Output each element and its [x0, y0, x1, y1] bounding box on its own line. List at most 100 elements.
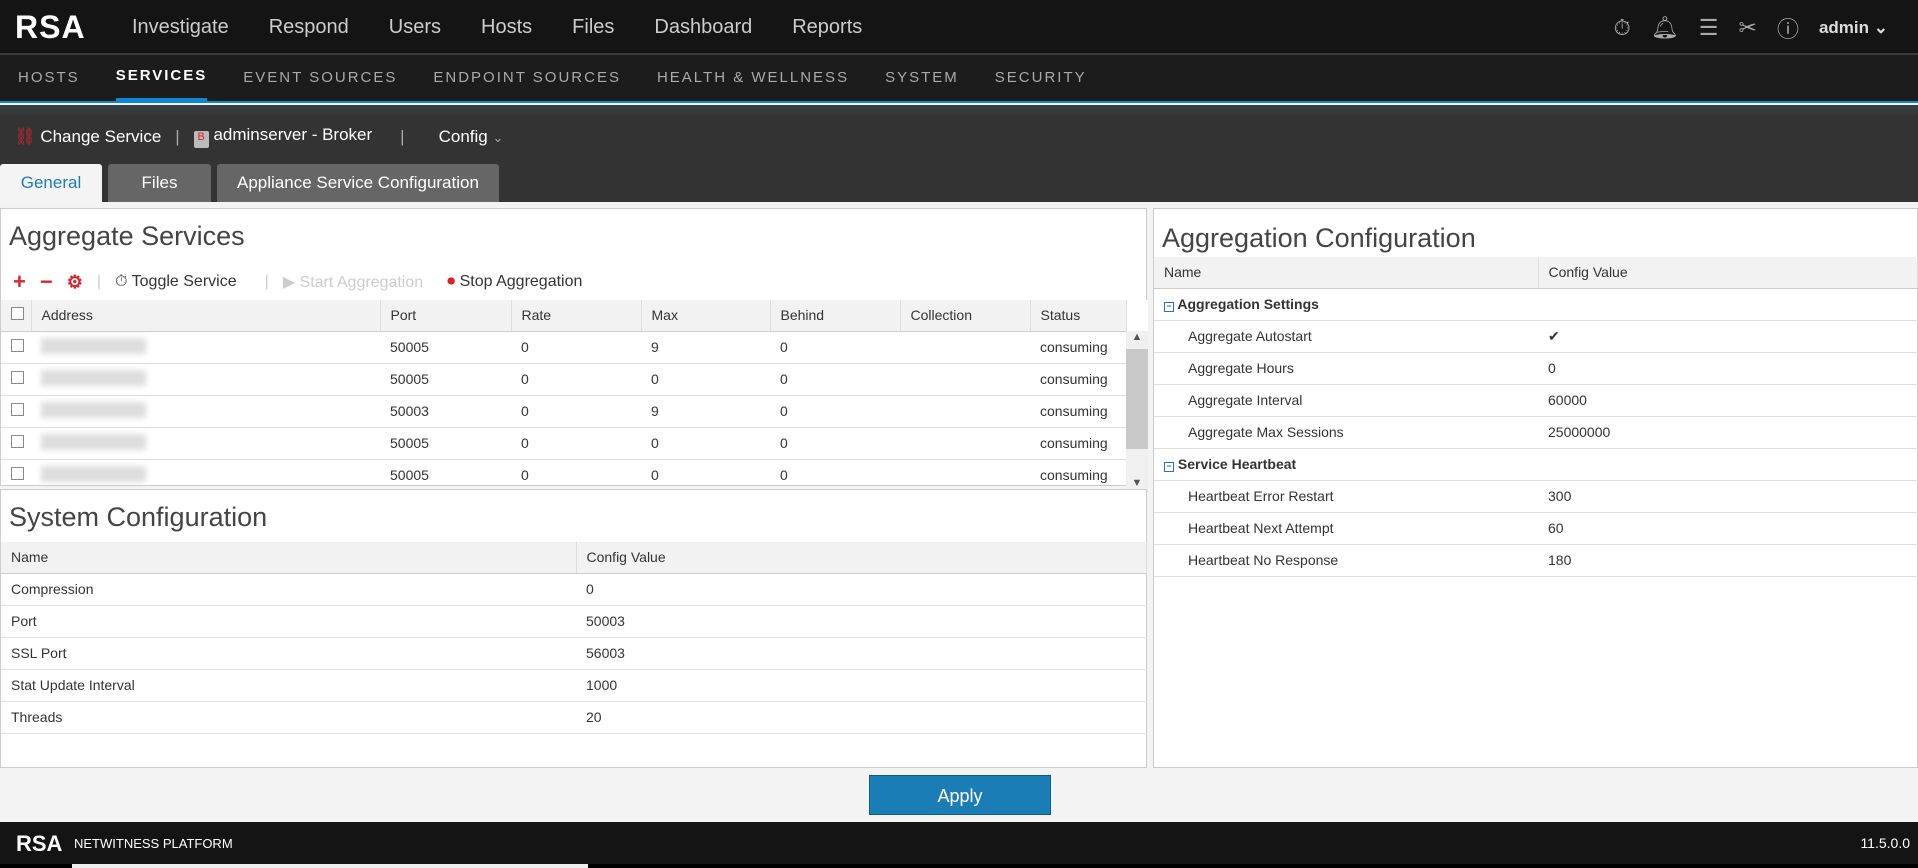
value-cell[interactable]: 0: [576, 573, 1147, 606]
nav-investigate[interactable]: Investigate: [132, 16, 229, 39]
value-cell[interactable]: 1000: [576, 669, 1147, 702]
table-row[interactable]: 50005 0 0 0 consuming: [1, 459, 1148, 492]
col-collection[interactable]: Collection: [900, 300, 1031, 332]
tools-icon[interactable]: ✂: [1739, 15, 1757, 41]
scroll-up-icon[interactable]: ▲: [1126, 331, 1148, 343]
subnav-event-sources[interactable]: EVENT SOURCES: [243, 54, 397, 102]
divider: |: [96, 273, 102, 290]
select-all-checkbox[interactable]: [1, 300, 32, 332]
user-menu[interactable]: admin ⌄: [1819, 18, 1888, 38]
subnav-hosts[interactable]: HOSTS: [18, 54, 80, 102]
gear-icon[interactable]: ⚙: [67, 272, 83, 293]
scroll-down-icon[interactable]: ▼: [1126, 477, 1148, 489]
tab-general[interactable]: General: [0, 164, 102, 202]
value-cell[interactable]: 50003: [576, 605, 1147, 638]
col-behind[interactable]: Behind: [770, 300, 901, 332]
tab-appliance-service-configuration[interactable]: Appliance Service Configuration: [217, 164, 499, 202]
cell: 0: [511, 427, 641, 460]
value-cell[interactable]: ✔: [1538, 320, 1918, 353]
cell: consuming: [1030, 331, 1126, 364]
view-selector[interactable]: Config ⌄: [439, 127, 504, 147]
name-cell: Aggregate Autostart: [1154, 320, 1538, 353]
nav-reports[interactable]: Reports: [792, 16, 862, 39]
table-row[interactable]: 50003 0 9 0 consuming: [1, 395, 1148, 428]
collapse-icon[interactable]: −: [1164, 302, 1174, 312]
row-checkbox[interactable]: [1, 363, 31, 396]
address-cell: [31, 331, 380, 364]
add-icon[interactable]: +: [13, 269, 26, 295]
collapse-icon[interactable]: −: [1164, 462, 1174, 472]
service-name: adminserver - Broker: [213, 125, 373, 144]
address-cell: [31, 363, 380, 396]
subnav-system[interactable]: SYSTEM: [885, 54, 959, 102]
table-row[interactable]: 50005 0 0 0 consuming: [1, 427, 1148, 460]
cell: [900, 427, 1030, 460]
value-cell[interactable]: 180: [1538, 544, 1918, 577]
toggle-service-label: Toggle Service: [131, 273, 237, 290]
row-checkbox[interactable]: [1, 427, 31, 460]
panel-title: Aggregate Services: [9, 221, 245, 251]
stop-aggregation-label: Stop Aggregation: [459, 273, 583, 290]
table-row[interactable]: 50005 0 0 0 consuming: [1, 363, 1148, 396]
rsa-logo[interactable]: RSA: [15, 9, 86, 46]
subnav-endpoint-sources[interactable]: ENDPOINT SOURCES: [433, 54, 621, 102]
broker-icon: B: [193, 131, 209, 148]
stop-aggregation-button[interactable]: ⏺ Stop Aggregation: [447, 273, 582, 291]
nav-users[interactable]: Users: [389, 16, 441, 39]
aggregate-services-table: Address Port Rate Max Behind Collection …: [1, 300, 1148, 492]
value-cell[interactable]: 60: [1538, 512, 1918, 545]
scrollbar-thumb[interactable]: [1126, 349, 1148, 449]
table-row: Aggregate Max Sessions 25000000: [1154, 416, 1918, 449]
divider: |: [175, 126, 180, 146]
subnav-security[interactable]: SECURITY: [995, 54, 1087, 102]
toggle-service-button[interactable]: ⏱ Toggle Service: [115, 273, 237, 291]
group-row[interactable]: − Aggregation Settings: [1154, 288, 1918, 321]
cell: 0: [641, 427, 770, 460]
address-cell: [31, 395, 380, 428]
row-checkbox[interactable]: [1, 331, 31, 364]
col-port[interactable]: Port: [380, 300, 512, 332]
scrollbar[interactable]: ▲ ▼: [1126, 331, 1148, 492]
nav-dashboard[interactable]: Dashboard: [654, 16, 752, 39]
table-row: Aggregate Autostart ✔: [1154, 320, 1918, 353]
tab-files[interactable]: Files: [108, 164, 211, 202]
col-status[interactable]: Status: [1030, 300, 1127, 332]
col-address[interactable]: Address: [31, 300, 381, 332]
chevron-circle-down-icon: ⌄: [492, 129, 504, 145]
value-cell[interactable]: 20: [576, 701, 1147, 734]
value-cell[interactable]: 60000: [1538, 384, 1918, 417]
col-max[interactable]: Max: [641, 300, 771, 332]
apply-button[interactable]: Apply: [869, 775, 1051, 815]
nav-files[interactable]: Files: [572, 16, 614, 39]
value-cell[interactable]: 56003: [576, 637, 1147, 670]
address-cell: [31, 459, 380, 492]
group-row[interactable]: − Service Heartbeat: [1154, 448, 1918, 481]
remove-icon[interactable]: −: [40, 269, 53, 295]
value-cell[interactable]: 25000000: [1538, 416, 1918, 449]
nav-hosts[interactable]: Hosts: [481, 16, 532, 39]
table-row: SSL Port 56003: [1, 637, 1147, 670]
service-selector[interactable]: B adminserver - Broker: [193, 125, 373, 148]
cell: 0: [511, 395, 641, 428]
nav-respond[interactable]: Respond: [269, 16, 349, 39]
row-checkbox[interactable]: [1, 459, 31, 492]
subnav-health-wellness[interactable]: HEALTH & WELLNESS: [657, 54, 849, 102]
bell-icon[interactable]: 🔔︎: [1651, 15, 1679, 41]
value-cell[interactable]: 0: [1538, 352, 1918, 385]
cell: 50003: [380, 395, 511, 428]
cell: 9: [641, 395, 770, 428]
footer-rsa-logo: RSA: [16, 831, 63, 856]
settings-sliders-icon[interactable]: ☰: [1699, 15, 1719, 41]
help-icon[interactable]: ⓘ: [1777, 12, 1799, 44]
table-row[interactable]: 50005 0 9 0 consuming ▲ ▼: [1, 331, 1148, 492]
cell: consuming: [1030, 363, 1126, 396]
cell: 0: [641, 459, 770, 492]
hierarchy-icon: ⛓: [14, 126, 36, 146]
subnav-services[interactable]: SERVICES: [115, 54, 208, 102]
change-service-button[interactable]: ⛓ Change Service: [14, 127, 161, 147]
row-checkbox[interactable]: [1, 395, 31, 428]
table-row: Heartbeat Error Restart 300: [1154, 480, 1918, 513]
value-cell[interactable]: 300: [1538, 480, 1918, 513]
stopwatch-icon[interactable]: ⏱: [1614, 15, 1631, 41]
col-rate[interactable]: Rate: [511, 300, 642, 332]
